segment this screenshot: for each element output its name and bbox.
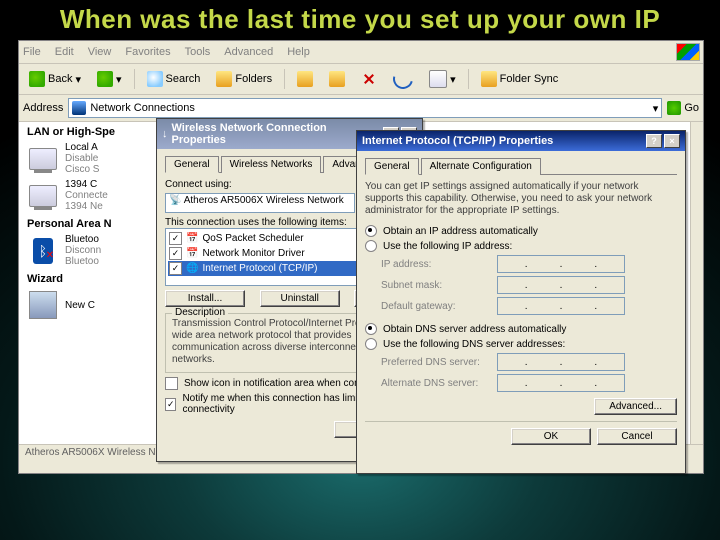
uninstall-button[interactable]: Uninstall bbox=[260, 290, 340, 307]
address-label: Address bbox=[23, 102, 63, 114]
move-icon bbox=[297, 71, 313, 87]
back-button[interactable]: Back ▾ bbox=[23, 68, 87, 90]
copy-icon bbox=[329, 71, 345, 87]
folders-button[interactable]: Folders bbox=[210, 68, 278, 90]
menu-edit[interactable]: Edit bbox=[55, 46, 74, 58]
tcpip-properties-dialog: Internet Protocol (TCP/IP) Properties ?×… bbox=[356, 130, 686, 474]
intro-text: You can get IP settings assigned automat… bbox=[365, 181, 677, 217]
gateway-field: ... bbox=[497, 297, 625, 315]
tcpip-titlebar[interactable]: Internet Protocol (TCP/IP) Properties ?× bbox=[357, 131, 685, 151]
cancel-button[interactable]: Cancel bbox=[597, 428, 677, 445]
go-button[interactable]: Go bbox=[667, 101, 699, 115]
menu-file[interactable]: File bbox=[23, 46, 41, 58]
alt-dns-field: ... bbox=[497, 374, 625, 392]
delete-icon bbox=[361, 71, 377, 87]
menu-help[interactable]: Help bbox=[287, 46, 310, 58]
windows-flag-icon bbox=[676, 43, 700, 61]
menubar: File Edit View Favorites Tools Advanced … bbox=[19, 41, 703, 64]
ip-address-field: ... bbox=[497, 255, 625, 273]
folders-icon bbox=[216, 71, 232, 87]
tab-general[interactable]: General bbox=[165, 156, 219, 173]
tab-wireless-networks[interactable]: Wireless Networks bbox=[221, 156, 322, 173]
bluetooth-icon: ᛒ bbox=[33, 238, 53, 264]
use-dns-label: Use the following DNS server addresses: bbox=[383, 339, 565, 350]
delete-button[interactable] bbox=[355, 68, 383, 90]
copy-button[interactable] bbox=[323, 68, 351, 90]
network-icon bbox=[72, 101, 86, 115]
use-ip-radio[interactable] bbox=[365, 240, 377, 252]
go-icon bbox=[667, 101, 681, 115]
views-button[interactable]: ▾ bbox=[423, 67, 462, 91]
pref-dns-label: Preferred DNS server: bbox=[381, 357, 491, 368]
adapter-field: 📡 Atheros AR5006X Wireless Network bbox=[165, 193, 355, 213]
foldersync-button[interactable]: Folder Sync bbox=[475, 68, 565, 90]
tcpip-title: Internet Protocol (TCP/IP) Properties bbox=[362, 135, 553, 147]
search-icon bbox=[147, 71, 163, 87]
close-button[interactable]: × bbox=[664, 134, 680, 148]
subnet-field: ... bbox=[497, 276, 625, 294]
use-ip-label: Use the following IP address: bbox=[383, 241, 512, 252]
forward-button[interactable]: ▾ bbox=[91, 68, 128, 90]
tab-general[interactable]: General bbox=[365, 158, 419, 175]
use-dns-radio[interactable] bbox=[365, 338, 377, 350]
address-field[interactable]: Network Connections ▾ bbox=[68, 98, 662, 118]
ip-label: IP address: bbox=[381, 259, 491, 270]
toolbar: Back ▾ ▾ Search Folders ▾ Folder Sync bbox=[19, 64, 703, 95]
scrollbar[interactable] bbox=[690, 122, 703, 444]
pref-dns-field: ... bbox=[497, 353, 625, 371]
menu-advanced[interactable]: Advanced bbox=[224, 46, 273, 58]
obtain-dns-radio[interactable] bbox=[365, 323, 377, 335]
wizard-icon bbox=[29, 291, 57, 319]
obtain-ip-radio[interactable] bbox=[365, 225, 377, 237]
description-label: Description bbox=[172, 307, 228, 318]
back-icon bbox=[29, 71, 45, 87]
undo-button[interactable] bbox=[387, 66, 419, 92]
menu-view[interactable]: View bbox=[88, 46, 112, 58]
ok-button[interactable]: OK bbox=[511, 428, 591, 445]
obtain-dns-label: Obtain DNS server address automatically bbox=[383, 324, 566, 335]
help-button[interactable]: ? bbox=[646, 134, 662, 148]
advanced-button[interactable]: Advanced... bbox=[594, 398, 677, 415]
notify-checkbox[interactable]: ✓ bbox=[165, 398, 176, 411]
search-button[interactable]: Search bbox=[141, 68, 207, 90]
menu-favorites[interactable]: Favorites bbox=[125, 46, 170, 58]
lan-icon bbox=[29, 148, 57, 170]
gateway-label: Default gateway: bbox=[381, 301, 491, 312]
alt-dns-label: Alternate DNS server: bbox=[381, 378, 491, 389]
move-button[interactable] bbox=[291, 68, 319, 90]
wncp-title: Wireless Network Connection Properties bbox=[172, 122, 380, 146]
show-icon-checkbox[interactable] bbox=[165, 377, 178, 390]
address-value: Network Connections bbox=[90, 102, 195, 114]
lan-icon bbox=[29, 185, 57, 207]
tab-alternate-configuration[interactable]: Alternate Configuration bbox=[421, 158, 541, 175]
sync-icon bbox=[481, 71, 497, 87]
menu-tools[interactable]: Tools bbox=[185, 46, 211, 58]
subnet-label: Subnet mask: bbox=[381, 280, 491, 291]
obtain-ip-label: Obtain an IP address automatically bbox=[383, 226, 538, 237]
views-icon bbox=[429, 70, 447, 88]
install-button[interactable]: Install... bbox=[165, 290, 245, 307]
forward-icon bbox=[97, 71, 113, 87]
undo-icon bbox=[389, 65, 416, 92]
